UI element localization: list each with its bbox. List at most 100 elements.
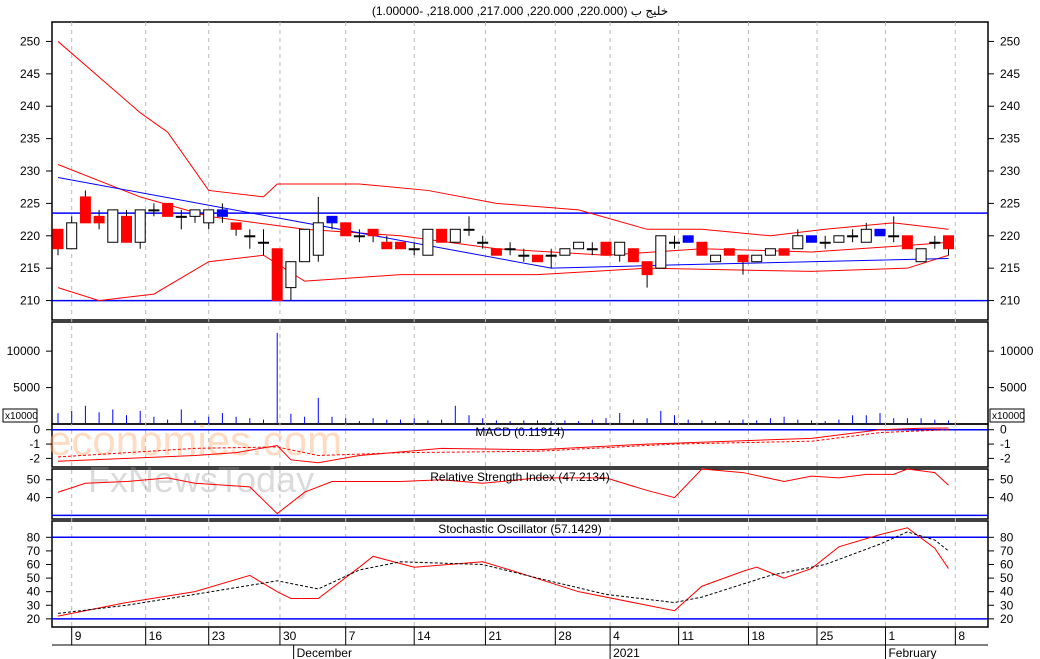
candle-body: [449, 228, 461, 243]
candle-body: [559, 248, 571, 256]
price-tick-right: 235: [1000, 132, 1020, 146]
price-tick-right: 210: [1000, 294, 1020, 308]
volume-tick-right: 10000: [1000, 344, 1034, 358]
price-tick-left: 235: [20, 132, 40, 146]
stock-chart: خليج ب (220.000, 220.000, 217.000, 218.0…: [2, 4, 1034, 659]
rsi-tick-left: 50: [27, 473, 41, 487]
x-tick-label: 9: [75, 629, 82, 643]
candle-body: [134, 209, 146, 243]
price-tick-right: 245: [1000, 67, 1020, 81]
trendline: [57, 176, 949, 269]
price-tick-left: 220: [20, 229, 40, 243]
stochastic-tick-right: 70: [1000, 544, 1014, 558]
candle-body: [148, 209, 160, 212]
month-label: December: [297, 646, 352, 659]
stochastic-tick-left: 70: [27, 544, 41, 558]
macd-tick-left: -1: [29, 437, 40, 451]
volume-tick-right: 5000: [1000, 381, 1027, 395]
candle-body: [93, 215, 105, 224]
volume-unit-label-right: x10000: [992, 411, 1025, 422]
volume-unit-label: x10000: [5, 411, 38, 422]
candle-body: [121, 215, 132, 243]
candle-body: [326, 215, 338, 224]
macd-tick-right: 0: [1000, 423, 1007, 437]
bollinger-upper: [57, 41, 949, 237]
panel-frame-volume: [51, 321, 989, 425]
x-tick-label: 16: [149, 629, 163, 643]
candle-body: [175, 215, 187, 218]
candle-body: [52, 228, 64, 250]
stochastic-pct-d-line: [57, 531, 949, 614]
candle-body: [463, 228, 475, 231]
month-label: February: [888, 646, 936, 659]
candle-body: [819, 241, 831, 244]
stochastic-tick-left: 80: [27, 530, 41, 544]
price-tick-left: 230: [20, 164, 40, 178]
candle-body: [764, 248, 776, 256]
price-tick-left: 250: [20, 34, 40, 48]
stochastic-tick-left: 40: [27, 585, 41, 599]
price-tick-left: 240: [20, 99, 40, 113]
candle-body: [696, 241, 708, 256]
price-tick-right: 225: [1000, 196, 1020, 210]
candle-body: [79, 196, 91, 224]
chart-window: خليج ب (220.000, 220.000, 217.000, 218.0…: [0, 0, 1040, 659]
candle-body: [162, 202, 174, 217]
price-tick-left: 210: [20, 294, 40, 308]
x-tick-label: 8: [958, 629, 965, 643]
candle-body: [490, 248, 502, 256]
candle-body: [669, 241, 680, 244]
candle-body: [66, 222, 78, 250]
candle-body: [614, 241, 626, 256]
candle-body: [778, 248, 790, 256]
candle-body: [381, 241, 393, 250]
candle-body: [271, 248, 283, 302]
x-tick-label: 18: [751, 629, 765, 643]
stochastic-tick-right: 60: [1000, 557, 1014, 571]
candle-body: [682, 235, 694, 243]
candle-body: [422, 228, 434, 256]
candle-body: [395, 241, 406, 250]
candle-body: [189, 209, 201, 217]
candle-body: [518, 254, 530, 257]
candle-body: [655, 235, 667, 269]
stochastic-tick-left: 60: [27, 557, 41, 571]
candle-body: [901, 235, 913, 250]
candle-body: [751, 254, 763, 263]
volume-tick-left: 10000: [7, 344, 41, 358]
stochastic-pct-k-line: [57, 527, 949, 617]
candle-body: [888, 235, 900, 238]
stochastic-tick-right: 80: [1000, 530, 1014, 544]
stochastic-tick-right: 20: [1000, 612, 1014, 626]
candle-body: [545, 254, 557, 257]
price-tick-right: 220: [1000, 229, 1020, 243]
x-tick-label: 1: [888, 629, 895, 643]
candle-body: [244, 235, 256, 238]
rsi-title: Relative Strength Index (47.2134): [430, 470, 609, 484]
candle-body: [107, 209, 119, 243]
candle-body: [723, 248, 735, 256]
candle-body: [367, 228, 379, 237]
price-tick-left: 245: [20, 67, 40, 81]
candle-body: [299, 228, 311, 263]
candle-body: [504, 248, 516, 251]
macd-title: MACD (0.11914): [475, 425, 564, 439]
candle-body: [600, 241, 612, 256]
candle-body: [477, 241, 489, 244]
watermark-fxnewstoday: FxNewsToday: [88, 459, 314, 500]
candle-body: [312, 222, 324, 256]
watermark-economies: economies.com: [48, 417, 342, 464]
candle-body: [860, 228, 872, 243]
stochastic-title: Stochastic Oscillator (57.1429): [438, 522, 601, 536]
stochastic-tick-right: 40: [1000, 585, 1014, 599]
price-tick-right: 240: [1000, 99, 1020, 113]
candle-body: [792, 235, 804, 250]
chart-title: خليج ب (220.000, 220.000, 217.000, 218.0…: [372, 4, 668, 18]
macd-tick-right: -1: [1000, 437, 1011, 451]
x-tick-label: 4: [613, 629, 620, 643]
x-tick-label: 30: [283, 629, 297, 643]
stochastic-tick-left: 30: [27, 598, 41, 612]
panel-frame-price: [51, 21, 989, 321]
macd-tick-left: -2: [29, 451, 40, 465]
rsi-tick-right: 40: [1000, 491, 1014, 505]
